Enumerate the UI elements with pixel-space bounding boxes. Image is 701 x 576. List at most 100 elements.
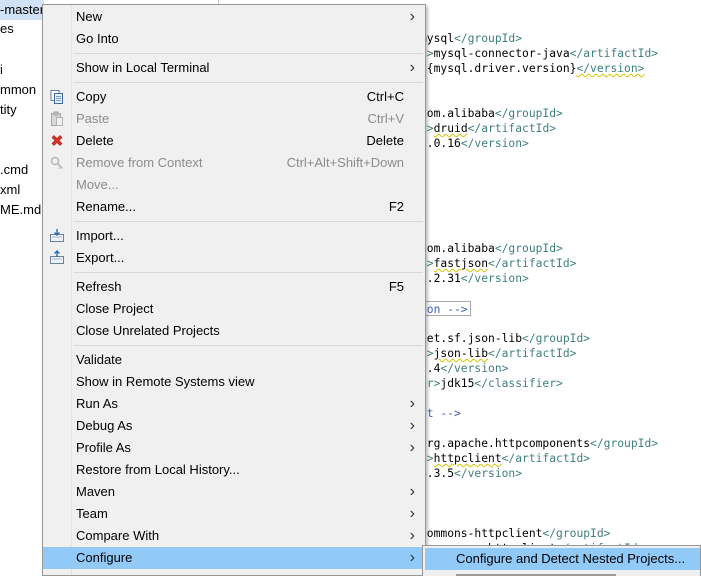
menu-item-restore-from-local-history[interactable]: Restore from Local History... bbox=[43, 459, 425, 481]
menu-separator bbox=[74, 272, 423, 273]
menu-item-move: Move... bbox=[43, 174, 425, 196]
menu-item-label: New bbox=[76, 9, 103, 24]
code-token: 1.0.16 bbox=[420, 137, 461, 150]
menu-item-configure[interactable]: Configure › bbox=[43, 547, 425, 569]
code-token: com.alibaba bbox=[420, 242, 495, 255]
code-token: </artifactId> bbox=[488, 257, 577, 270]
code-token: commons-httpclient bbox=[420, 527, 543, 540]
copy-icon bbox=[49, 89, 65, 105]
code-token: jdk15 bbox=[440, 377, 475, 390]
menu-item-go-into[interactable]: Go Into bbox=[43, 28, 425, 50]
code-token: </version> bbox=[440, 362, 509, 375]
code-line: commons-httpclient</groupId> bbox=[420, 526, 610, 541]
menu-item-label: Team bbox=[76, 506, 108, 521]
tree-item-2[interactable]: i bbox=[0, 60, 44, 80]
code-token: </artifactId> bbox=[488, 347, 577, 360]
tree-item-0[interactable]: -master bbox=[0, 0, 44, 20]
submenu-arrow-icon: › bbox=[409, 439, 415, 456]
code-token: </version> bbox=[576, 62, 645, 75]
menu-item-label: Compare With bbox=[76, 528, 160, 543]
menu-item-team[interactable]: Team › bbox=[43, 503, 425, 525]
configure-submenu: Configure and Detect Nested Projects... bbox=[422, 545, 701, 576]
menu-item-export[interactable]: Export... bbox=[43, 247, 425, 269]
menu-separator bbox=[74, 221, 423, 222]
menu-item-label: Close Unrelated Projects bbox=[76, 323, 220, 338]
code-token: fastjson bbox=[433, 257, 489, 270]
code-token: </version> bbox=[460, 137, 529, 150]
code-token: </artifactId> bbox=[501, 452, 591, 465]
code-token: </groupId> bbox=[542, 527, 611, 540]
code-token: 1.2.31 bbox=[420, 272, 461, 285]
code-line: d>druid</artifactId> bbox=[420, 121, 556, 136]
menu-item-label: Show in Remote Systems view bbox=[76, 374, 255, 389]
menu-item-close-unrelated-projects[interactable]: Close Unrelated Projects bbox=[43, 320, 425, 342]
menu-item-copy[interactable]: Copy Ctrl+C bbox=[43, 86, 425, 108]
configure-detect-nested-projects-label: Configure and Detect Nested Projects... bbox=[456, 551, 686, 566]
menu-item-run-as[interactable]: Run As › bbox=[43, 393, 425, 415]
code-line: d>mysql-connector-java</artifactId> bbox=[420, 46, 658, 61]
code-token: </artifactId> bbox=[569, 47, 659, 60]
code-token: httpclient bbox=[433, 452, 502, 465]
menu-item-profile-as[interactable]: Profile As › bbox=[43, 437, 425, 459]
menu-item-refresh[interactable]: Refresh F5 bbox=[43, 276, 425, 298]
configure-detect-nested-projects-item[interactable]: Configure and Detect Nested Projects... bbox=[425, 548, 700, 570]
menu-item-label: Show in Local Terminal bbox=[76, 60, 210, 75]
menu-item-debug-as[interactable]: Debug As › bbox=[43, 415, 425, 437]
code-line: 1.0.16</version> bbox=[420, 136, 529, 151]
code-token: mysql-connector-java bbox=[433, 47, 570, 60]
tree-item-4[interactable]: tity bbox=[0, 100, 44, 120]
menu-item-label: Refresh bbox=[76, 279, 122, 294]
code-line: d>json-lib</artifactId> bbox=[420, 346, 576, 361]
code-line: d>httpclient</artifactId> bbox=[420, 451, 590, 466]
menu-item-label: Go Into bbox=[76, 31, 119, 46]
code-line: com.alibaba</groupId> bbox=[420, 241, 563, 256]
code-token: son --> bbox=[420, 303, 468, 316]
menu-item-label: Validate bbox=[76, 352, 123, 367]
submenu-next-item-clipped bbox=[456, 571, 616, 576]
code-line: d>fastjson</artifactId> bbox=[420, 256, 576, 271]
menu-item-label: Export... bbox=[76, 250, 125, 265]
tree-item-3[interactable]: mmon bbox=[0, 80, 44, 100]
menu-item-show-in-local-terminal[interactable]: Show in Local Terminal › bbox=[43, 57, 425, 79]
submenu-arrow-icon: › bbox=[409, 483, 415, 500]
menu-item-compare-with[interactable]: Compare With › bbox=[43, 525, 425, 547]
code-line: son --> bbox=[420, 301, 471, 316]
menu-item-label: Import... bbox=[76, 228, 124, 243]
code-line: 4.3.5</version> bbox=[420, 466, 522, 481]
menu-item-close-project[interactable]: Close Project bbox=[43, 298, 425, 320]
tree-item-5[interactable]: .cmd bbox=[0, 160, 44, 180]
code-line: com.alibaba</groupId> bbox=[420, 106, 563, 121]
pom-editor[interactable]: mysql</groupId> d>mysql-connector-java</a… bbox=[420, 0, 701, 576]
menu-item-label: Copy bbox=[76, 89, 107, 104]
code-token: org.apache.httpcomponents bbox=[420, 437, 591, 450]
paste-icon bbox=[49, 111, 65, 127]
menu-item-label: Profile As bbox=[76, 440, 131, 455]
export-icon bbox=[49, 250, 65, 266]
code-line: org.apache.httpcomponents</groupId> bbox=[420, 436, 658, 451]
menu-item-label: Close Project bbox=[76, 301, 154, 316]
delete-icon bbox=[49, 133, 65, 149]
code-token: </groupId> bbox=[454, 32, 523, 45]
menu-separator bbox=[74, 345, 423, 346]
menu-item-validate[interactable]: Validate bbox=[43, 349, 425, 371]
code-token: </classifier> bbox=[474, 377, 563, 390]
menu-item-show-in-remote-systems-view[interactable]: Show in Remote Systems view bbox=[43, 371, 425, 393]
menu-item-label: Delete bbox=[76, 133, 114, 148]
tree-item-6[interactable]: xml bbox=[0, 180, 44, 200]
code-token: com.alibaba bbox=[420, 107, 495, 120]
menu-item-rename[interactable]: Rename... F2 bbox=[43, 196, 425, 218]
code-token: </groupId> bbox=[590, 437, 659, 450]
menu-item-label: Paste bbox=[76, 111, 110, 126]
import-icon bbox=[49, 228, 65, 244]
menu-item-label: Run As bbox=[76, 396, 118, 411]
menu-item-maven[interactable]: Maven › bbox=[43, 481, 425, 503]
code-token: </groupId> bbox=[522, 332, 591, 345]
tree-item-1[interactable]: es bbox=[0, 19, 44, 39]
menu-item-delete[interactable]: Delete Delete bbox=[43, 130, 425, 152]
submenu-arrow-icon: › bbox=[409, 549, 415, 566]
code-token: </version> bbox=[454, 467, 523, 480]
menu-item-new[interactable]: New › bbox=[43, 6, 425, 28]
menu-item-import[interactable]: Import... bbox=[43, 225, 425, 247]
submenu-arrow-icon: › bbox=[409, 395, 415, 412]
tree-item-7[interactable]: ME.md bbox=[0, 200, 44, 220]
